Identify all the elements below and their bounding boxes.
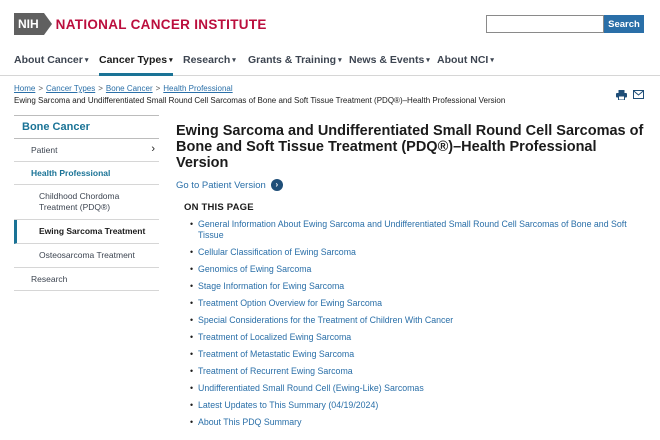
- chevron-down-icon: ▾: [169, 57, 173, 64]
- section-nav-label: Osteosarcoma Treatment: [39, 250, 135, 260]
- toc-link[interactable]: General Information About Ewing Sarcoma …: [190, 219, 646, 241]
- toc-link[interactable]: Treatment of Localized Ewing Sarcoma: [190, 332, 646, 343]
- nav-label: Grants & Training: [248, 54, 337, 66]
- breadcrumb-home[interactable]: Home: [14, 84, 35, 93]
- breadcrumb: Home > Cancer Types > Bone Cancer > Health Pro…: [14, 84, 505, 105]
- breadcrumb-separator: >: [155, 84, 161, 93]
- nav-about-nci[interactable]: About NCI ▾: [437, 54, 494, 76]
- section-nav-health-professional[interactable]: Health Professional: [14, 162, 159, 185]
- nav-label: Cancer Types: [99, 54, 168, 66]
- nav-research[interactable]: Research ▾: [183, 54, 236, 76]
- chevron-down-icon: ▾: [84, 57, 89, 64]
- toc-link[interactable]: Latest Updates to This Summary (04/19/20…: [190, 400, 646, 411]
- logo-text: NATIONAL CANCER INSTITUTE: [55, 16, 267, 32]
- breadcrumb-bone-cancer[interactable]: Bone Cancer: [106, 84, 153, 93]
- print-icon[interactable]: [616, 90, 627, 100]
- toc-link[interactable]: Treatment Option Overview for Ewing Sarc…: [190, 298, 646, 309]
- toc-link[interactable]: Treatment of Metastatic Ewing Sarcoma: [190, 349, 646, 360]
- nav-cancer-types[interactable]: Cancer Types ▾: [99, 54, 173, 76]
- nav-grants-training[interactable]: Grants & Training ▾: [248, 54, 342, 76]
- toc-link[interactable]: Cellular Classification of Ewing Sarcoma: [190, 247, 646, 258]
- breadcrumb-cancer-types[interactable]: Cancer Types: [46, 84, 95, 93]
- nav-label: News & Events: [349, 54, 425, 66]
- breadcrumb-separator: >: [38, 84, 44, 93]
- breadcrumb-current: Ewing Sarcoma and Undifferentiated Small…: [14, 96, 506, 105]
- toc-link[interactable]: Undifferentiated Small Round Cell (Ewing…: [190, 383, 646, 394]
- on-this-page-heading: ON THIS PAGE: [184, 202, 254, 213]
- section-nav: Bone Cancer Patient › Health Professiona…: [14, 115, 159, 291]
- search-form: Search: [486, 15, 644, 33]
- search-input[interactable]: [486, 15, 604, 33]
- on-this-page-list: General Information About Ewing Sarcoma …: [190, 219, 646, 428]
- section-nav-label: Patient: [31, 145, 58, 155]
- nih-badge: NIH: [14, 13, 52, 35]
- patient-version-label: Go to Patient Version: [176, 179, 266, 191]
- nav-label: About Cancer: [14, 54, 83, 66]
- toc-link[interactable]: Stage Information for Ewing Sarcoma: [190, 281, 646, 292]
- section-nav-label: Childhood Chordoma Treatment (PDQ®): [39, 191, 120, 212]
- chevron-down-icon: ▾: [338, 57, 342, 64]
- nci-logo[interactable]: NIH NATIONAL CANCER INSTITUTE: [14, 13, 267, 35]
- section-nav-ewing-sarcoma[interactable]: Ewing Sarcoma Treatment: [14, 220, 159, 244]
- breadcrumb-health-professional[interactable]: Health Professional: [163, 84, 232, 93]
- toc-link[interactable]: Genomics of Ewing Sarcoma: [190, 264, 646, 275]
- section-nav-osteosarcoma[interactable]: Osteosarcoma Treatment: [14, 244, 159, 268]
- section-nav-label: Health Professional: [31, 168, 111, 178]
- section-nav-research[interactable]: Research: [14, 268, 159, 291]
- section-nav-patient[interactable]: Patient ›: [14, 139, 159, 162]
- chevron-right-icon[interactable]: ›: [151, 143, 155, 155]
- breadcrumb-separator: >: [98, 84, 103, 93]
- nav-label: About NCI: [437, 54, 489, 66]
- page-utilities: [616, 90, 644, 100]
- toc-link[interactable]: About This PDQ Summary: [190, 417, 646, 428]
- nav-about-cancer[interactable]: About Cancer ▾: [14, 54, 88, 76]
- toc-link[interactable]: Treatment of Recurrent Ewing Sarcoma: [190, 366, 646, 377]
- page-title: Ewing Sarcoma and Undifferentiated Small…: [176, 123, 644, 171]
- patient-version-link[interactable]: Go to Patient Version ›: [176, 179, 646, 191]
- main-nav: About Cancer ▾ Cancer Types ▾ Research ▾ Gr…: [0, 46, 660, 76]
- toc-link[interactable]: Special Considerations for the Treatment…: [190, 315, 646, 326]
- chevron-down-icon: ▾: [232, 57, 236, 64]
- chevron-down-icon: ▾: [490, 57, 494, 64]
- section-nav-label: Ewing Sarcoma Treatment: [39, 226, 146, 236]
- nav-news-events[interactable]: News & Events ▾: [349, 54, 430, 76]
- email-icon[interactable]: [633, 90, 644, 100]
- section-nav-label: Research: [31, 274, 68, 284]
- search-button[interactable]: Search: [604, 15, 644, 33]
- section-nav-chordoma[interactable]: Childhood Chordoma Treatment (PDQ®): [14, 185, 159, 220]
- nav-label: Research: [183, 54, 231, 66]
- arrow-right-circle-icon: ›: [270, 179, 283, 191]
- section-nav-title[interactable]: Bone Cancer: [14, 115, 159, 139]
- chevron-down-icon: ▾: [426, 57, 430, 64]
- main-content: Ewing Sarcoma and Undifferentiated Small…: [176, 123, 646, 434]
- site-header: NIH NATIONAL CANCER INSTITUTE Search: [0, 0, 660, 46]
